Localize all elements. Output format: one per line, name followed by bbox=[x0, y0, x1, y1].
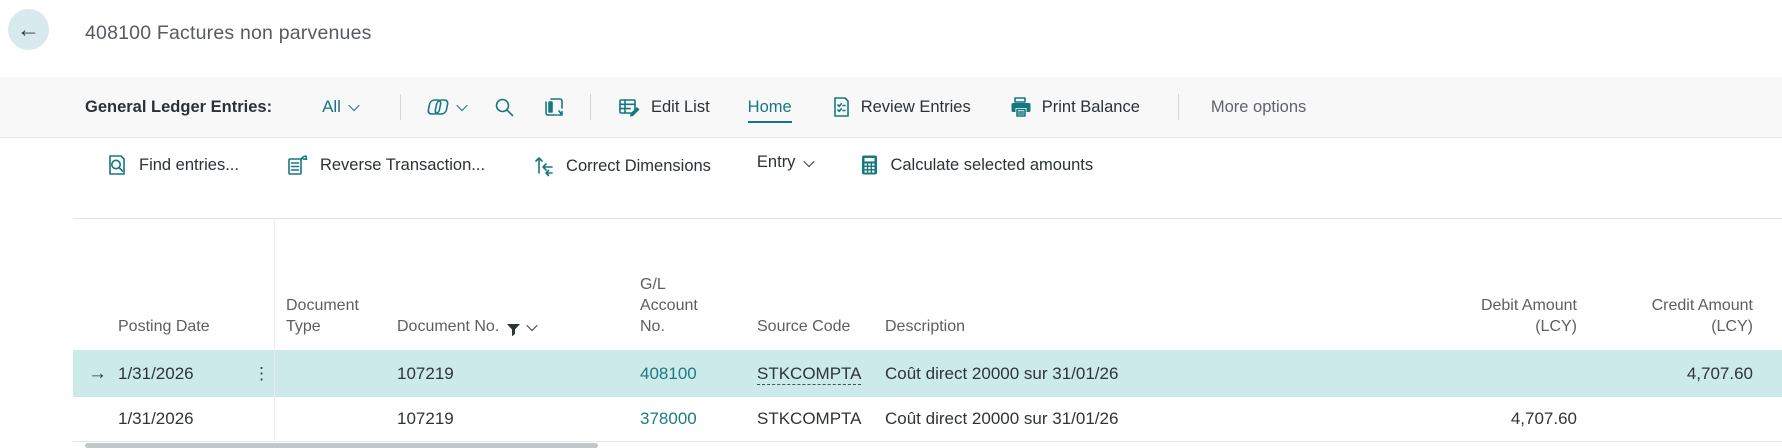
toolbar-divider bbox=[1178, 94, 1179, 120]
page-header: ← 408100 Factures non parvenues bbox=[0, 0, 1782, 77]
more-options-button[interactable]: More options bbox=[1211, 98, 1306, 117]
row-options-button[interactable]: ⋮ bbox=[250, 350, 274, 397]
find-entries-icon bbox=[105, 153, 129, 177]
focus-mode-icon bbox=[542, 95, 566, 119]
chevron-down-icon bbox=[804, 155, 815, 166]
home-label: Home bbox=[748, 98, 792, 117]
cell-description[interactable]: Coût direct 20000 sur 31/01/26 bbox=[885, 397, 1380, 441]
reverse-transaction-button[interactable]: Reverse Transaction... bbox=[285, 153, 485, 177]
cell-debit-amount[interactable]: 4,707.60 bbox=[1380, 397, 1577, 441]
cell-document-type[interactable] bbox=[274, 397, 397, 441]
back-arrow-icon: ← bbox=[17, 16, 40, 43]
entry-dropdown[interactable]: Entry bbox=[757, 153, 814, 172]
cell-credit-amount[interactable] bbox=[1600, 397, 1753, 441]
review-entries-icon bbox=[830, 95, 852, 119]
back-button[interactable]: ← bbox=[8, 9, 49, 50]
correct-dimensions-button[interactable]: Correct Dimensions bbox=[531, 153, 711, 179]
cell-source-code[interactable]: STKCOMPTA bbox=[755, 350, 885, 397]
correct-dimensions-icon bbox=[531, 153, 556, 179]
cell-source-code[interactable]: STKCOMPTA bbox=[755, 397, 885, 441]
cell-document-no[interactable]: 107219 bbox=[397, 397, 575, 441]
analyze-icon bbox=[425, 95, 451, 119]
tab-home[interactable]: Home bbox=[748, 98, 792, 123]
active-row-indicator: → bbox=[73, 350, 115, 397]
edit-list-button[interactable]: Edit List bbox=[617, 95, 710, 119]
toolbar-divider bbox=[590, 94, 591, 120]
table-row[interactable]: 1/31/2026 107219 378000 STKCOMPTA Coût d… bbox=[73, 397, 1782, 442]
table-row[interactable]: → 1/31/2026 ⋮ 107219 408100 STKCOMPTA Co… bbox=[73, 350, 1782, 397]
column-header-document-type[interactable]: Document Type bbox=[274, 219, 397, 350]
list-caption: General Ledger Entries: bbox=[85, 98, 272, 117]
column-header-description[interactable]: Description bbox=[885, 219, 1380, 350]
cell-posting-date[interactable]: 1/31/2026 bbox=[115, 397, 250, 441]
cell-document-no[interactable]: 107219 bbox=[397, 350, 575, 397]
chevron-down-icon bbox=[456, 100, 467, 111]
calculator-icon bbox=[859, 153, 880, 177]
entry-label: Entry bbox=[757, 153, 796, 172]
horizontal-scrollbar bbox=[73, 442, 1782, 448]
column-header-document-no[interactable]: Document No. bbox=[397, 219, 575, 350]
chevron-down-icon bbox=[527, 320, 538, 331]
reverse-transaction-icon bbox=[285, 153, 310, 177]
edit-list-icon bbox=[617, 95, 642, 119]
action-bar: Find entries... Reverse Transaction... C… bbox=[0, 138, 1782, 218]
general-ledger-entries-table: Posting Date Document Type Document No. … bbox=[73, 218, 1782, 442]
scrollbar-thumb[interactable] bbox=[85, 443, 598, 448]
column-header-posting-date[interactable]: Posting Date bbox=[115, 219, 250, 350]
print-balance-button[interactable]: Print Balance bbox=[1009, 95, 1140, 119]
column-header-debit-amount[interactable]: Debit Amount (LCY) bbox=[1380, 219, 1577, 350]
cell-posting-date[interactable]: 1/31/2026 bbox=[115, 350, 250, 397]
calculate-selected-amounts-button[interactable]: Calculate selected amounts bbox=[859, 153, 1093, 177]
focus-mode-button[interactable] bbox=[542, 95, 566, 119]
calculate-selected-label: Calculate selected amounts bbox=[890, 156, 1093, 175]
page-title: 408100 Factures non parvenues bbox=[85, 22, 372, 45]
ellipsis-icon: ⋮ bbox=[253, 364, 271, 384]
find-entries-button[interactable]: Find entries... bbox=[105, 153, 239, 177]
selection-column-header bbox=[73, 219, 115, 350]
search-icon bbox=[492, 95, 516, 119]
toolbar-divider bbox=[400, 94, 401, 120]
column-header-credit-amount[interactable]: Credit Amount (LCY) bbox=[1600, 219, 1753, 350]
review-entries-label: Review Entries bbox=[861, 98, 971, 117]
chevron-down-icon bbox=[348, 100, 359, 111]
cell-gl-account-no[interactable]: 408100 bbox=[575, 350, 755, 397]
review-entries-button[interactable]: Review Entries bbox=[830, 95, 971, 119]
view-filter-dropdown[interactable]: All bbox=[322, 97, 358, 117]
edit-list-label: Edit List bbox=[651, 98, 710, 117]
view-filter-label: All bbox=[322, 97, 341, 117]
cell-document-type[interactable] bbox=[274, 350, 397, 397]
cell-description[interactable]: Coût direct 20000 sur 31/01/26 bbox=[885, 350, 1380, 397]
cell-credit-amount[interactable]: 4,707.60 bbox=[1600, 350, 1753, 397]
search-button[interactable] bbox=[492, 95, 516, 119]
list-toolbar: General Ledger Entries: All bbox=[0, 77, 1782, 138]
print-balance-icon bbox=[1009, 95, 1033, 119]
column-header-gl-account-no[interactable]: G/L Account No. bbox=[575, 219, 755, 350]
filter-funnel-icon bbox=[506, 323, 521, 337]
cell-gl-account-no[interactable]: 378000 bbox=[575, 397, 755, 441]
find-entries-label: Find entries... bbox=[139, 156, 239, 175]
column-header-source-code[interactable]: Source Code bbox=[755, 219, 885, 350]
reverse-transaction-label: Reverse Transaction... bbox=[320, 156, 485, 175]
table-header-row: Posting Date Document Type Document No. … bbox=[73, 219, 1782, 350]
row-arrow-icon: → bbox=[88, 363, 107, 385]
correct-dimensions-label: Correct Dimensions bbox=[566, 157, 711, 176]
analyze-button[interactable] bbox=[425, 95, 466, 119]
cell-debit-amount[interactable] bbox=[1380, 350, 1577, 397]
print-balance-label: Print Balance bbox=[1042, 98, 1140, 117]
